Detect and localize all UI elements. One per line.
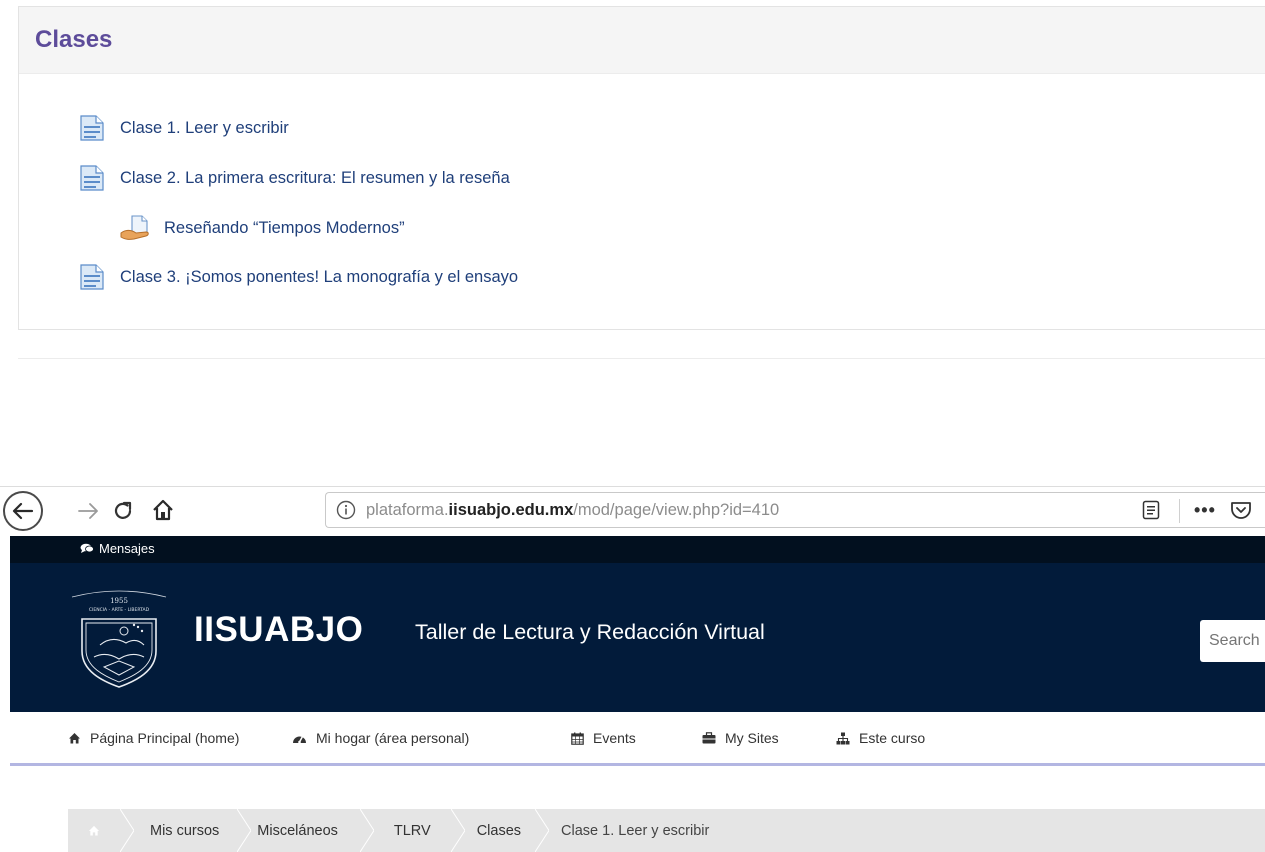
info-icon[interactable] [336, 500, 356, 520]
activity-clase-2[interactable]: Clase 2. La primera escritura: El resume… [80, 165, 510, 191]
activity-clase-3[interactable]: Clase 3. ¡Somos ponentes! La monografía … [80, 264, 518, 290]
messages-link[interactable]: Mensajes [80, 541, 155, 556]
address-bar[interactable]: plataforma.iisuabjo.edu.mx/mod/page/view… [325, 492, 1265, 528]
url-prefix: plataforma. [366, 500, 449, 519]
home-button[interactable] [150, 497, 176, 523]
url-domain: iisuabjo.edu.mx [448, 500, 574, 519]
breadcrumb-item-clases[interactable]: Clases [465, 809, 535, 852]
page-icon [80, 165, 104, 191]
home-icon [88, 825, 100, 836]
activity-clase-1[interactable]: Clase 1. Leer y escribir [80, 115, 289, 141]
pocket-icon[interactable] [1229, 499, 1253, 523]
breadcrumb-item-mis-cursos[interactable]: Mis cursos [134, 809, 237, 852]
breadcrumb: Mis cursos Misceláneos TLRV Clases Clase… [68, 809, 1265, 852]
activity-label[interactable]: Reseñando “Tiempos Modernos” [164, 219, 405, 238]
section-title: Clases [35, 26, 113, 53]
breadcrumb-separator-icon [359, 809, 374, 852]
nav-item-este-curso[interactable]: Este curso [836, 730, 925, 746]
nav-item-home[interactable]: Página Principal (home) [68, 730, 239, 746]
messages-bar: Mensajes [10, 536, 1265, 563]
reader-view-icon[interactable] [1141, 500, 1161, 520]
nav-item-dashboard[interactable]: Mi hogar (área personal) [292, 730, 469, 746]
activity-label[interactable]: Clase 1. Leer y escribir [120, 119, 289, 138]
browser-toolbar: plataforma.iisuabjo.edu.mx/mod/page/view… [0, 486, 1265, 535]
url-divider [1179, 499, 1180, 523]
nav-label[interactable]: Página Principal (home) [90, 730, 239, 746]
nav-item-events[interactable]: Events [571, 730, 636, 746]
calendar-icon [571, 732, 584, 745]
url-path: /mod/page/view.php?id=410 [573, 500, 780, 519]
nav-label[interactable]: Events [593, 730, 636, 746]
briefcase-icon [702, 732, 716, 744]
back-button[interactable] [3, 491, 43, 531]
page-icon [80, 115, 104, 141]
activity-label[interactable]: Clase 3. ¡Somos ponentes! La monografía … [120, 268, 518, 287]
assignment-icon [120, 215, 149, 240]
home-icon [69, 733, 80, 744]
breadcrumb-item-tlrv[interactable]: TLRV [374, 809, 451, 852]
reload-icon [114, 501, 132, 519]
university-seal-logo[interactable]: 1955 CIENCIA - ARTE - LIBERTAD [64, 585, 174, 689]
nav-label[interactable]: Mi hogar (área personal) [316, 730, 469, 746]
breadcrumb-separator-icon [237, 809, 252, 852]
url-text[interactable]: plataforma.iisuabjo.edu.mx/mod/page/view… [366, 501, 779, 520]
seal-motto: CIENCIA - ARTE - LIBERTAD [89, 607, 150, 613]
breadcrumb-separator-icon [535, 809, 550, 852]
activity-label[interactable]: Clase 2. La primera escritura: El resume… [120, 169, 510, 188]
section-header: Clases [19, 7, 1265, 74]
seal-year: 1955 [110, 597, 128, 605]
site-tagline: Taller de Lectura y Redacción Virtual [415, 620, 765, 644]
sitemap-icon [836, 732, 850, 744]
breadcrumb-separator-icon [450, 809, 465, 852]
breadcrumb-current: Clase 1. Leer y escribir [561, 822, 710, 839]
arrow-left-icon [12, 502, 34, 520]
site-header: 1955 CIENCIA - ARTE - LIBERTAD IISUABJO … [10, 563, 1265, 712]
search-input[interactable] [1200, 620, 1265, 662]
more-actions-icon[interactable]: ••• [1194, 499, 1218, 523]
activity-resenando[interactable]: Reseñando “Tiempos Modernos” [120, 215, 405, 241]
breadcrumb-home[interactable] [68, 809, 120, 852]
reload-button[interactable] [110, 499, 136, 523]
section-divider [18, 358, 1265, 359]
home-icon [153, 499, 173, 521]
forward-button[interactable] [75, 499, 101, 523]
nav-item-my-sites[interactable]: My Sites [702, 730, 779, 746]
page-icon [80, 264, 104, 290]
site-brand[interactable]: IISUABJO [194, 610, 363, 650]
arrow-right-icon [78, 503, 98, 519]
breadcrumb-separator-icon [120, 809, 134, 852]
nav-label[interactable]: My Sites [725, 730, 779, 746]
breadcrumb-item-miscelaneos[interactable]: Misceláneos [251, 809, 360, 852]
messages-label[interactable]: Mensajes [99, 541, 155, 556]
main-nav: Página Principal (home) Mi hogar (área p… [10, 712, 1265, 766]
nav-label[interactable]: Este curso [859, 730, 925, 746]
comments-icon [80, 543, 94, 553]
dashboard-icon [293, 736, 306, 744]
